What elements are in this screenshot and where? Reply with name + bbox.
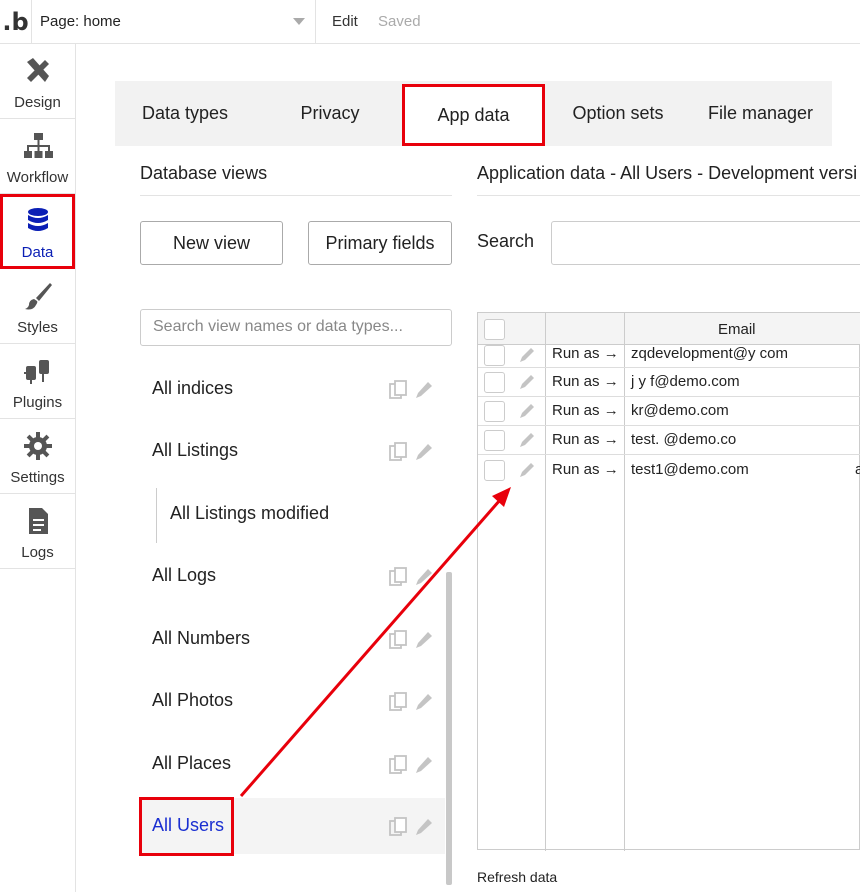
sidebar-item-data[interactable]: Data (0, 194, 75, 269)
row-checkbox[interactable] (484, 372, 505, 393)
pencil-icon[interactable] (518, 461, 536, 479)
row-checkbox[interactable] (484, 345, 505, 366)
email-cell: zqdevelopment@y com (631, 345, 788, 362)
document-icon (29, 508, 48, 534)
row-checkbox[interactable] (484, 460, 505, 481)
view-item-label: All Listings (152, 440, 239, 460)
data-tabs: Data types Privacy App data Option sets … (115, 81, 832, 146)
view-item-label: All Numbers (152, 628, 251, 648)
row-checkbox[interactable] (484, 430, 505, 451)
highlight-box (139, 797, 234, 856)
view-item-all-listings-modified[interactable]: All Listings modified (140, 486, 445, 542)
sidebar-item-label: Design (14, 94, 61, 111)
tab-privacy[interactable]: Privacy (270, 81, 390, 146)
table-row[interactable]: Run as → test1@demo.com a (478, 456, 860, 485)
divider (140, 195, 452, 196)
brush-icon (25, 283, 52, 310)
copy-edit-icons[interactable] (388, 629, 434, 651)
table-row[interactable]: Run as → kr@demo.com (478, 397, 860, 426)
view-item-all-photos[interactable]: All Photos (140, 673, 445, 729)
view-item-label: All Logs (152, 565, 217, 585)
run-as-link[interactable]: Run as → (552, 345, 619, 362)
email-cell: test1@demo.com (631, 461, 749, 478)
sidebar-item-plugins[interactable]: Plugins (0, 344, 75, 419)
view-item-all-indices[interactable]: All indices (140, 361, 445, 417)
refresh-data-link[interactable]: Refresh data (477, 869, 557, 885)
row-checkbox[interactable] (484, 401, 505, 422)
database-views-title: Database views (140, 163, 268, 183)
copy-edit-icons[interactable] (388, 566, 434, 588)
saved-status: Saved (378, 13, 421, 30)
email-cell: kr@demo.com (631, 402, 729, 419)
chevron-down-icon (293, 18, 305, 25)
copy-edit-icons[interactable] (388, 816, 434, 838)
data-table: Email Run as → zqdevelopment@y com Run a… (477, 312, 860, 851)
sidebar-item-design[interactable]: Design (0, 44, 75, 119)
new-view-button[interactable]: New view (140, 221, 283, 265)
search-label: Search (477, 231, 535, 251)
pencil-icon[interactable] (518, 431, 536, 449)
app-data-title: Application data - All Users - Developme… (477, 163, 858, 183)
view-item-all-numbers[interactable]: All Numbers (140, 611, 445, 667)
top-bar: .b Page: home Edit Saved (0, 0, 860, 44)
pencil-icon[interactable] (518, 373, 536, 391)
sidebar-item-label: Logs (21, 544, 54, 561)
email-cell: test. @demo.co (631, 431, 737, 448)
run-as-link[interactable]: Run as → (552, 402, 619, 419)
sidebar-item-styles[interactable]: Styles (0, 269, 75, 344)
tab-file-manager[interactable]: File manager (698, 81, 823, 146)
run-as-link[interactable]: Run as → (552, 461, 619, 478)
search-input[interactable] (551, 221, 860, 265)
design-icon (27, 58, 49, 82)
table-row[interactable]: Run as → zqdevelopment@y com (478, 343, 860, 368)
view-item-all-places[interactable]: All Places (140, 736, 445, 792)
views-scrollbar[interactable] (446, 572, 452, 885)
page-selector[interactable]: Page: home (31, 0, 316, 44)
copy-edit-icons[interactable] (388, 754, 434, 776)
search-views-input[interactable]: Search view names or data types... (140, 309, 452, 346)
sidebar-item-label: Settings (10, 469, 65, 486)
sidebar-item-workflow[interactable]: Workflow (0, 119, 75, 194)
tab-app-data[interactable]: App data (402, 84, 545, 146)
table-header: Email (478, 313, 860, 345)
table-row[interactable]: Run as → j y f@demo.com (478, 368, 860, 397)
edit-menu[interactable]: Edit (332, 13, 358, 30)
sidebar-item-label: Plugins (12, 394, 63, 411)
plug-icon (24, 360, 49, 384)
copy-edit-icons[interactable] (388, 691, 434, 713)
sidebar-item-label: Workflow (6, 169, 69, 186)
select-all-checkbox[interactable] (484, 319, 505, 340)
sidebar-item-logs[interactable]: Logs (0, 494, 75, 569)
gear-icon (24, 432, 52, 460)
email-cell: j y f@demo.com (631, 373, 740, 390)
column-header-email[interactable]: Email (718, 321, 756, 338)
bubble-logo[interactable]: .b (0, 0, 31, 44)
extra-cell: a (855, 461, 860, 478)
primary-fields-button[interactable]: Primary fields (308, 221, 452, 265)
page-selector-label: Page: home (40, 13, 121, 30)
view-item-label: All Listings modified (170, 503, 330, 523)
workflow-icon (24, 133, 53, 158)
view-item-label: All Places (152, 753, 232, 773)
tab-data-types[interactable]: Data types (125, 81, 245, 146)
run-as-link[interactable]: Run as → (552, 373, 619, 390)
divider (477, 195, 860, 196)
copy-edit-icons[interactable] (388, 441, 434, 463)
sidebar-item-label: Styles (17, 319, 58, 336)
run-as-link[interactable]: Run as → (552, 431, 619, 448)
view-item-label: All Photos (152, 690, 234, 710)
copy-edit-icons[interactable] (388, 379, 434, 401)
database-icon (28, 208, 48, 231)
sidebar-item-label: Data (21, 244, 54, 261)
sidebar-item-settings[interactable]: Settings (0, 419, 75, 494)
pencil-icon[interactable] (518, 346, 536, 364)
table-row[interactable]: Run as → test. @demo.co (478, 426, 860, 455)
tab-option-sets[interactable]: Option sets (558, 81, 678, 146)
pencil-icon[interactable] (518, 402, 536, 420)
view-item-label: All indices (152, 378, 234, 398)
view-item-all-listings[interactable]: All Listings (140, 423, 445, 479)
sidebar: Design Workflow Data Styles Plugins Sett… (0, 44, 76, 892)
view-item-all-logs[interactable]: All Logs (140, 548, 445, 604)
